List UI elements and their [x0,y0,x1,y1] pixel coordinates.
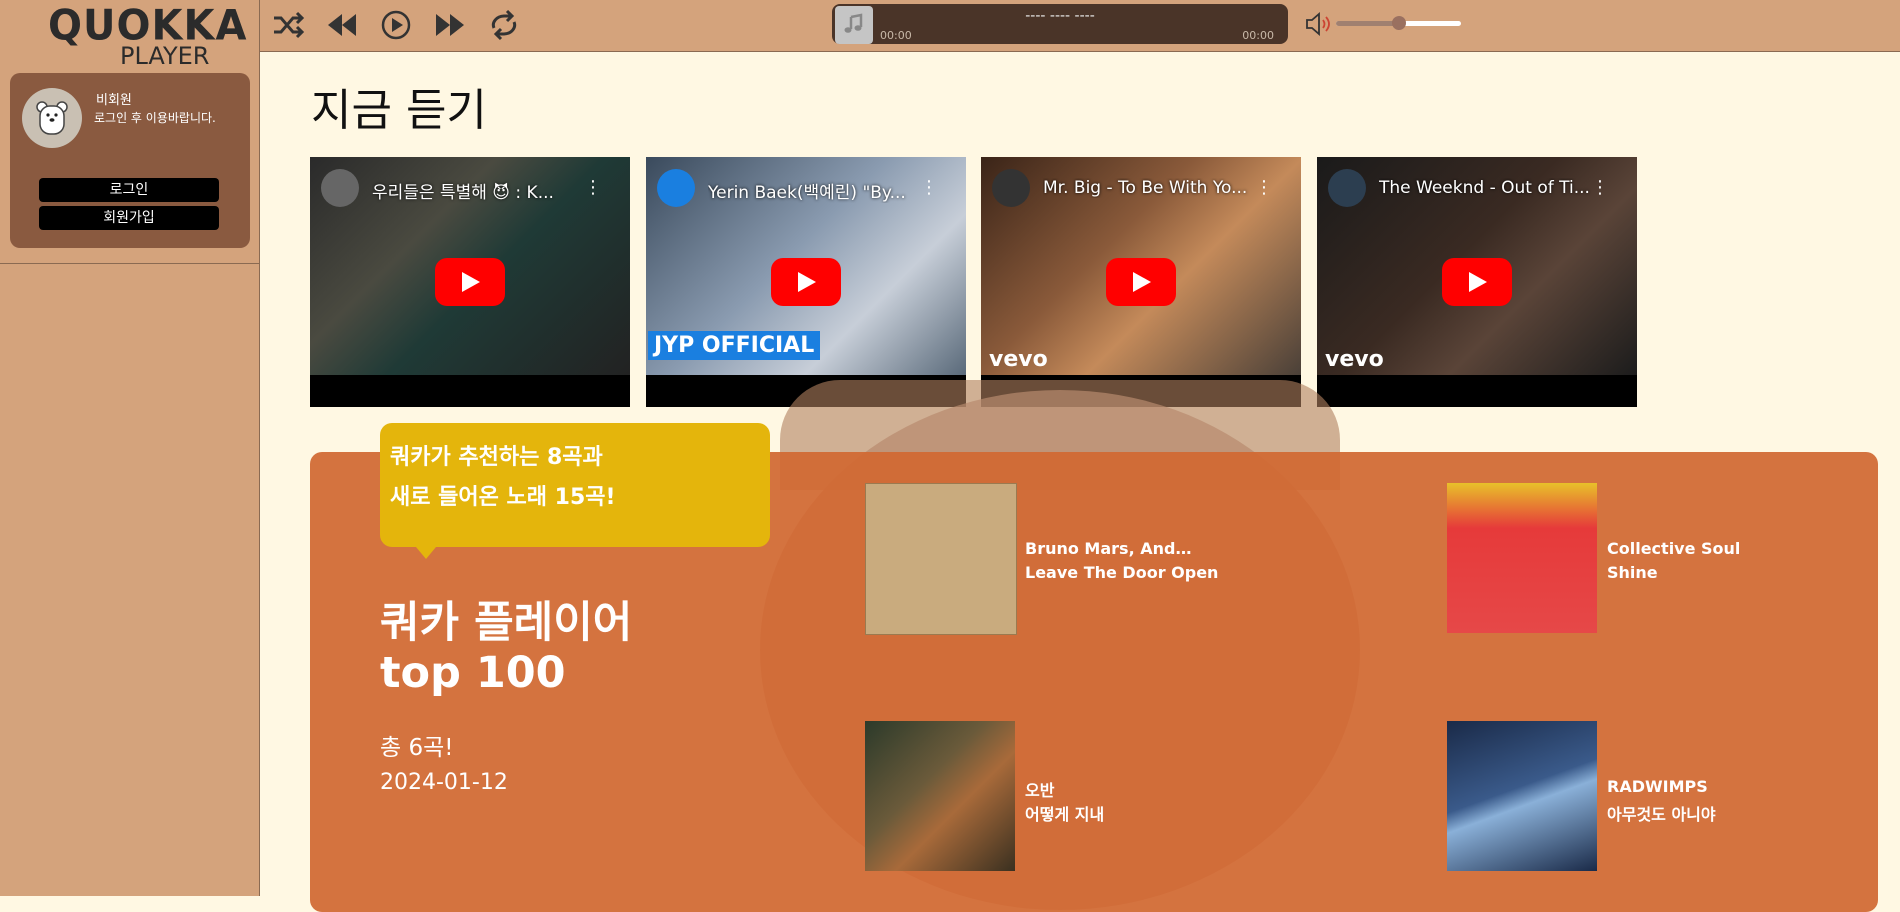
channel-avatar [321,169,359,207]
video-watermark: JYP OFFICIAL [648,331,821,360]
song-item[interactable]: RADWIMPS 아무것도 아니야 [1447,721,1716,871]
sidebar-divider [0,263,259,264]
login-notice: 로그인 후 이용바랍니다. [94,111,216,125]
avatar [22,88,82,148]
song-artist: Collective Soul [1607,539,1741,558]
video-title[interactable]: Mr. Big - To Be With Yo... [1043,178,1263,198]
song-item[interactable]: Collective Soul Shine [1447,483,1740,633]
top100-title-line2: top 100 [380,648,566,698]
channel-avatar [992,169,1030,207]
signup-button[interactable]: 회원가입 [39,206,219,230]
album-cover[interactable] [1447,721,1597,871]
chart-date: 2024-01-12 [380,770,508,795]
song-artist: Bruno Mars, Anderso... [1025,539,1195,558]
album-cover[interactable] [865,483,1017,635]
user-card: 비회원 로그인 후 이용바랍니다. 로그인 회원가입 [10,73,250,248]
video-title[interactable]: The Weeknd - Out of Ti... [1379,178,1599,198]
volume-slider[interactable] [1336,16,1461,30]
song-artist: 오반 [1025,781,1055,800]
song-item[interactable]: 오반 어떻게 지내 [865,721,1104,871]
play-button[interactable] [1106,258,1176,306]
top100-title[interactable]: 쿼카 플레이어 top 100 [380,598,632,698]
channel-avatar [657,169,695,207]
recommendation-bubble: 쿼카가 추천하는 8곡과 새로 들어온 노래 15곡! [380,423,770,559]
time-elapsed: 00:00 [880,29,912,42]
song-artist: RADWIMPS [1607,777,1708,796]
page-title: 지금 듣기 [311,85,487,136]
video-card[interactable]: 우리들은 특별해 😈 : K... ⋮ [310,157,630,407]
now-playing-title: ---- ---- ---- [1025,8,1095,24]
top100-title-line1: 쿼카 플레이어 [380,598,633,648]
player-bar: ---- ---- ---- 00:00 00:00 [260,0,1900,52]
song-title: 아무것도 아니야 [1607,805,1716,824]
app-logo[interactable]: QUOKKA PLAYER [48,3,246,70]
login-button[interactable]: 로그인 [39,178,219,202]
repeat-icon[interactable] [486,8,522,42]
song-title: Leave The Door Open [1025,563,1219,582]
play-button[interactable] [435,258,505,306]
channel-avatar [1328,169,1366,207]
more-options-icon[interactable]: ⋮ [584,177,602,198]
video-card[interactable]: Mr. Big - To Be With Yo... ⋮ vevo [981,157,1301,407]
video-card[interactable]: The Weeknd - Out of Ti... ⋮ vevo [1317,157,1637,407]
song-title: 어떻게 지내 [1025,805,1105,824]
volume-knob[interactable] [1391,16,1406,30]
video-watermark: vevo [989,347,1048,372]
volume-fill [1336,21,1399,26]
play-button[interactable] [771,258,841,306]
quokka-avatar-icon [36,101,68,135]
more-options-icon[interactable]: ⋮ [1255,177,1273,198]
album-cover[interactable] [1447,483,1597,633]
album-cover[interactable] [865,721,1015,871]
user-name: 비회원 [96,93,132,108]
bubble-line-2: 새로 들어온 노래 15곡! [390,485,616,510]
video-card[interactable]: Yerin Baek(백예린) "By... ⋮ JYP OFFICIAL [646,157,966,407]
play-icon[interactable] [378,8,414,42]
sidebar: QUOKKA PLAYER 비회원 로그인 후 이용바랍니다. 로그인 회원가입 [0,0,260,896]
song-title: Shine [1607,563,1658,582]
song-count: 총 6곡! [380,735,454,761]
volume-icon[interactable] [1304,12,1332,36]
next-icon[interactable] [432,8,468,42]
more-options-icon[interactable]: ⋮ [1591,177,1609,198]
previous-icon[interactable] [324,8,360,42]
video-title[interactable]: 우리들은 특별해 😈 : K... [372,178,592,203]
bubble-line-1: 쿼카가 추천하는 8곡과 [390,445,603,470]
video-watermark: vevo [1325,347,1384,372]
time-total: 00:00 [1242,29,1274,42]
song-item[interactable]: Bruno Mars, Anderso... Leave The Door Op… [865,483,1218,635]
more-options-icon[interactable]: ⋮ [920,177,938,198]
video-title[interactable]: Yerin Baek(백예린) "By... [708,178,928,203]
shuffle-icon[interactable] [270,8,306,42]
play-button[interactable] [1442,258,1512,306]
now-playing-panel: ---- ---- ---- 00:00 00:00 [832,4,1288,44]
logo-text-sub: PLAYER [120,42,210,70]
